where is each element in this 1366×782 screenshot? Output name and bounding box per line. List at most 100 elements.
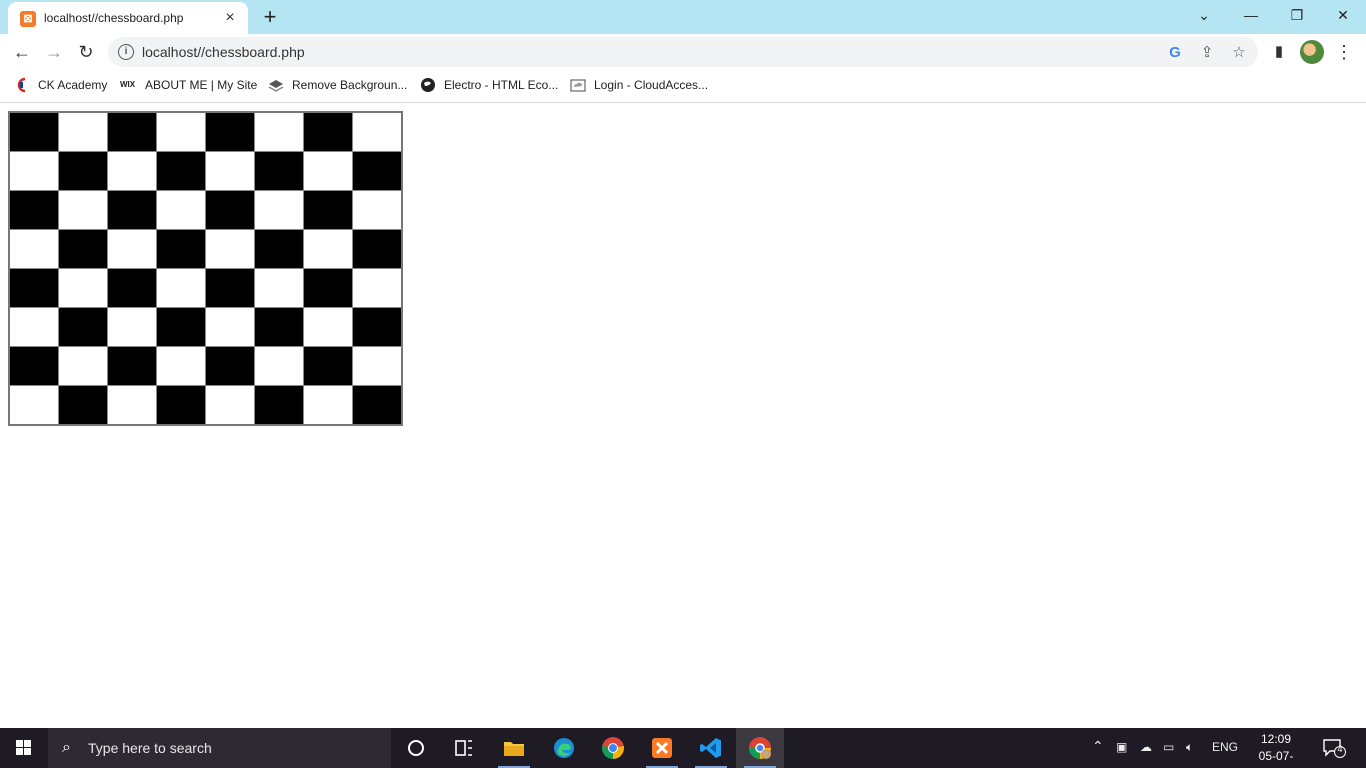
tab-title: localhost//chessboard.php	[44, 11, 184, 25]
edge-button[interactable]	[540, 728, 588, 768]
chessboard-cell-light	[254, 190, 304, 230]
new-tab-button[interactable]: +	[258, 5, 282, 29]
chessboard-cell-dark	[8, 268, 59, 308]
chessboard-cell-light	[156, 111, 206, 152]
bookmark-login-cloudaccess[interactable]: Login - CloudAcces...	[570, 77, 708, 95]
tab-search-button[interactable]: ⌄	[1181, 0, 1227, 30]
chessboard-row	[8, 268, 403, 308]
bookmark-remove-background[interactable]: Remove Backgroun...	[268, 77, 407, 95]
chessboard-cell-light	[303, 385, 353, 426]
chessboard-cell-dark	[58, 151, 108, 191]
google-lens-icon[interactable]: G	[1164, 42, 1186, 64]
chessboard-cell-dark	[303, 268, 353, 308]
chessboard-cell-dark	[58, 307, 108, 347]
bookmark-star-icon[interactable]: ☆	[1228, 42, 1250, 64]
chessboard-cell-dark	[254, 307, 304, 347]
chessboard-cell-dark	[58, 385, 108, 426]
notification-count: 4	[1337, 744, 1343, 754]
chessboard-cell-light	[254, 268, 304, 308]
onedrive-cloud-icon[interactable]: ☁	[1140, 740, 1152, 754]
share-icon[interactable]: ⇪	[1196, 42, 1218, 64]
chessboard-cell-dark	[352, 229, 403, 269]
profile-avatar[interactable]	[1300, 40, 1324, 64]
file-explorer-button[interactable]	[490, 728, 538, 768]
cortana-icon	[408, 740, 424, 756]
start-button[interactable]	[0, 728, 48, 768]
side-panel-icon[interactable]: ▮	[1267, 40, 1291, 64]
chessboard-cell-dark	[156, 307, 206, 347]
chrome-button[interactable]	[589, 728, 637, 768]
file-explorer-icon	[504, 742, 524, 756]
site-info-icon[interactable]: i	[118, 44, 134, 60]
browser-tab[interactable]: ⊠ localhost//chessboard.php ×	[8, 2, 248, 34]
chessboard-cell-dark	[156, 229, 206, 269]
chessboard-cell-light	[107, 307, 157, 347]
chessboard-cell-dark	[303, 346, 353, 386]
xampp-button[interactable]	[638, 728, 686, 768]
close-tab-icon[interactable]: ×	[220, 8, 240, 28]
minimize-button[interactable]: —	[1228, 0, 1274, 30]
chessboard-cell-light	[58, 190, 108, 230]
vscode-button[interactable]	[687, 728, 735, 768]
chessboard-cell-dark	[107, 190, 157, 230]
chessboard-cell-dark	[156, 385, 206, 426]
url-text[interactable]: localhost//chessboard.php	[142, 44, 305, 60]
chessboard-cell-dark	[352, 151, 403, 191]
notification-center-button[interactable]: 4	[1322, 738, 1346, 758]
chessboard-cell-light	[8, 151, 59, 191]
chessboard-cell-dark	[205, 190, 255, 230]
chessboard-cell-dark	[58, 229, 108, 269]
xampp-icon: ⊠	[20, 11, 36, 27]
taskbar-search-box[interactable]: ⌕ Type here to search	[48, 728, 391, 768]
cortana-button[interactable]	[392, 728, 440, 768]
chrome-profile-button[interactable]	[736, 728, 784, 768]
windows-taskbar: ⌕ Type here to search ⌃ ▣ ☁ ▭ 🔈︎ ENG 12:…	[0, 728, 1366, 780]
remove-bg-icon	[268, 77, 284, 93]
forward-arrow-icon[interactable]: →	[42, 40, 66, 64]
vscode-icon	[700, 738, 721, 758]
xampp-icon	[652, 738, 672, 758]
bookmark-electro[interactable]: Electro - HTML Eco...	[420, 77, 558, 95]
meet-now-icon[interactable]: ▣	[1116, 740, 1127, 754]
bookmark-about-me[interactable]: WIX ABOUT ME | My Site	[120, 77, 257, 95]
clock-time: 12:09	[1260, 732, 1292, 746]
language-indicator[interactable]: ENG	[1212, 740, 1238, 754]
taskbar-clock[interactable]: 12:09 05-07-2023	[1246, 731, 1306, 782]
edge-icon	[554, 738, 574, 758]
chessboard-cell-light	[303, 307, 353, 347]
task-view-button[interactable]	[440, 728, 488, 768]
chessboard-row	[8, 111, 403, 152]
close-window-button[interactable]: ✕	[1320, 0, 1366, 30]
show-hidden-icons-chevron-icon[interactable]: ⌃	[1092, 738, 1104, 755]
chessboard-cell-dark	[254, 229, 304, 269]
back-arrow-icon[interactable]: ←	[10, 40, 34, 64]
chessboard-cell-light	[58, 346, 108, 386]
chessboard-cell-light	[303, 151, 353, 191]
chessboard-cell-light	[156, 268, 206, 308]
chessboard-cell-light	[352, 346, 403, 386]
chessboard	[8, 111, 403, 426]
chessboard-cell-dark	[205, 268, 255, 308]
chessboard-cell-light	[8, 229, 59, 269]
cloud-icon	[570, 77, 586, 93]
chessboard-cell-dark	[107, 346, 157, 386]
network-icon[interactable]: ▭	[1163, 740, 1174, 754]
chessboard-row	[8, 385, 403, 426]
menu-dots-icon[interactable]: ⋮	[1332, 40, 1356, 64]
tab-strip: ⊠ localhost//chessboard.php × + ⌄ — ❐ ✕	[0, 0, 1366, 34]
chessboard-row	[8, 190, 403, 230]
volume-icon[interactable]: 🔈︎	[1186, 740, 1193, 755]
reload-icon[interactable]: ↻	[74, 40, 98, 64]
page-content	[0, 103, 1366, 728]
address-bar[interactable]: i localhost//chessboard.php G ⇪ ☆	[108, 37, 1258, 67]
chessboard-cell-light	[8, 385, 59, 426]
chessboard-cell-light	[156, 190, 206, 230]
chessboard-cell-light	[107, 385, 157, 426]
ck-academy-icon	[14, 77, 30, 93]
browser-toolbar: ← → ↻ i localhost//chessboard.php G ⇪ ☆ …	[0, 34, 1366, 70]
chrome-profile-icon	[749, 737, 771, 759]
chessboard-cell-light	[352, 190, 403, 230]
chrome-icon	[602, 737, 624, 759]
bookmark-ck-academy[interactable]: CK Academy	[14, 77, 107, 95]
restore-button[interactable]: ❐	[1274, 0, 1320, 30]
